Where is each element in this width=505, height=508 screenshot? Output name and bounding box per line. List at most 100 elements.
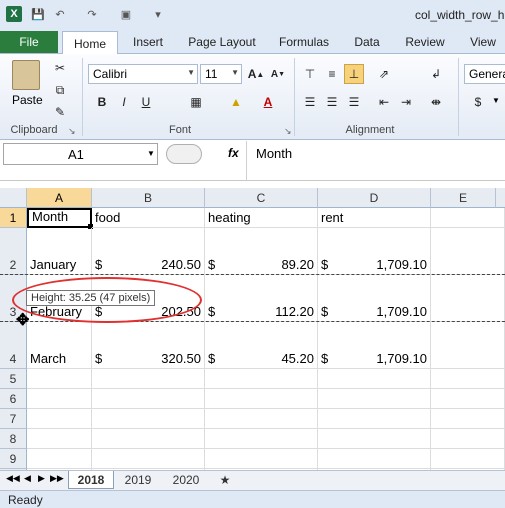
cell-d7[interactable] <box>318 409 431 429</box>
tab-data[interactable]: Data <box>350 31 384 53</box>
cell-c3[interactable]: $112.20 <box>205 275 318 322</box>
font-name-combo[interactable]: Calibri ▼ <box>88 64 198 84</box>
save-icon[interactable]: 💾 <box>30 6 46 22</box>
sheet-tab-2020[interactable]: 2020 <box>164 471 208 489</box>
cell-a7[interactable] <box>27 409 92 429</box>
last-sheet-icon[interactable]: ▶▶ <box>50 473 64 484</box>
cell-b7[interactable] <box>92 409 205 429</box>
cell-d5[interactable] <box>318 369 431 389</box>
align-left-icon[interactable]: ☰ <box>300 92 320 112</box>
cell-a9[interactable] <box>27 449 92 469</box>
prev-sheet-icon[interactable]: ◀ <box>24 473 31 484</box>
align-center-icon[interactable]: ☰ <box>322 92 342 112</box>
cell-d4[interactable]: $1,709.10 <box>318 322 431 369</box>
row-header-4[interactable]: 4 <box>0 322 27 369</box>
cell-b8[interactable] <box>92 429 205 449</box>
shrink-font-icon[interactable]: A ▼ <box>268 64 288 84</box>
column-header-e[interactable]: E <box>431 188 496 208</box>
wrap-text-icon[interactable]: ↲ <box>426 64 446 84</box>
insert-function-icon[interactable]: fx <box>228 146 239 160</box>
cell-e1[interactable] <box>431 208 505 228</box>
clipboard-launcher-icon[interactable]: ↘ <box>68 126 76 137</box>
underline-button[interactable]: U <box>136 92 156 112</box>
cell-a2[interactable]: January <box>27 228 92 275</box>
cell-d9[interactable] <box>318 449 431 469</box>
tab-insert[interactable]: Insert <box>128 31 168 53</box>
first-sheet-icon[interactable]: ◀◀ <box>6 473 20 484</box>
format-painter-icon[interactable]: ✎ <box>50 102 70 122</box>
tab-formulas[interactable]: Formulas <box>276 31 332 53</box>
row-header-2[interactable]: 2 <box>0 228 27 275</box>
column-header-a[interactable]: A <box>27 188 92 208</box>
font-launcher-icon[interactable]: ↘ <box>284 126 292 137</box>
row-header-1[interactable]: 1 <box>0 208 27 228</box>
cell-e3[interactable] <box>431 275 505 322</box>
column-header-b[interactable]: B <box>92 188 205 208</box>
formula-bar-splitter[interactable] <box>166 144 202 164</box>
formula-input[interactable]: Month <box>256 146 292 161</box>
column-header-f[interactable] <box>496 188 505 208</box>
name-box[interactable]: A1 <box>3 143 158 165</box>
cell-d1[interactable]: rent <box>318 208 431 228</box>
cell-c9[interactable] <box>205 449 318 469</box>
undo-icon[interactable]: ↶ <box>52 6 68 22</box>
paste-icon[interactable] <box>12 60 40 90</box>
cell-a6[interactable] <box>27 389 92 409</box>
cell-a5[interactable] <box>27 369 92 389</box>
cell-c4[interactable]: $45.20 <box>205 322 318 369</box>
tab-review[interactable]: Review <box>402 31 448 53</box>
currency-button[interactable]: $ <box>468 92 488 112</box>
bold-button[interactable]: B <box>92 92 112 112</box>
column-header-d[interactable]: D <box>318 188 431 208</box>
fill-color-icon[interactable]: ▣ <box>118 6 134 22</box>
cell-e8[interactable] <box>431 429 505 449</box>
cell-e2[interactable] <box>431 228 505 275</box>
column-header-c[interactable]: C <box>205 188 318 208</box>
cell-c5[interactable] <box>205 369 318 389</box>
row-header-9[interactable]: 9 <box>0 449 27 469</box>
cell-b9[interactable] <box>92 449 205 469</box>
cell-a4[interactable]: March <box>27 322 92 369</box>
insert-sheet-icon[interactable]: ★ <box>214 471 236 489</box>
customize-qat-icon[interactable]: ▾ <box>150 6 166 22</box>
cell-d8[interactable] <box>318 429 431 449</box>
row-header-8[interactable]: 8 <box>0 429 27 449</box>
cell-c6[interactable] <box>205 389 318 409</box>
increase-indent-icon[interactable]: ⇥ <box>396 92 416 112</box>
align-middle-icon[interactable]: ≡ <box>322 64 342 84</box>
align-bottom-icon[interactable]: ⊥ <box>344 64 364 84</box>
cell-e9[interactable] <box>431 449 505 469</box>
grow-font-icon[interactable]: A ▲ <box>246 64 266 84</box>
cell-e7[interactable] <box>431 409 505 429</box>
chevron-down-icon[interactable]: ▼ <box>492 96 500 105</box>
italic-button[interactable]: I <box>114 92 134 112</box>
merge-center-icon[interactable]: ⇼ <box>426 92 446 112</box>
sheet-tab-2019[interactable]: 2019 <box>116 471 160 489</box>
tab-view[interactable]: View <box>466 31 500 53</box>
tab-file[interactable]: File <box>0 31 58 53</box>
row-header-6[interactable]: 6 <box>0 389 27 409</box>
copy-icon[interactable]: ⧉ <box>50 80 70 100</box>
cell-e5[interactable] <box>431 369 505 389</box>
cell-e6[interactable] <box>431 389 505 409</box>
tab-page-layout[interactable]: Page Layout <box>186 31 258 53</box>
align-right-icon[interactable]: ☰ <box>344 92 364 112</box>
cell-c2[interactable]: $89.20 <box>205 228 318 275</box>
cell-a1[interactable]: Month <box>27 208 92 228</box>
paste-button[interactable]: Paste <box>12 93 43 107</box>
cell-b1[interactable]: food <box>92 208 205 228</box>
cell-c1[interactable]: heating <box>205 208 318 228</box>
next-sheet-icon[interactable]: ▶ <box>38 473 45 484</box>
cell-e4[interactable] <box>431 322 505 369</box>
orientation-icon[interactable]: ⇗ <box>374 64 394 84</box>
cell-b5[interactable] <box>92 369 205 389</box>
chevron-down-icon[interactable]: ▼ <box>147 149 155 158</box>
cell-a8[interactable] <box>27 429 92 449</box>
sheet-tab-2018[interactable]: 2018 <box>68 471 114 489</box>
number-format-combo[interactable]: Genera <box>464 64 505 84</box>
cell-c8[interactable] <box>205 429 318 449</box>
cell-d3[interactable]: $1,709.10 <box>318 275 431 322</box>
fill-color-icon[interactable]: ▲ <box>226 92 246 112</box>
cell-b2[interactable]: $240.50 <box>92 228 205 275</box>
borders-icon[interactable]: ▦ <box>186 92 206 112</box>
